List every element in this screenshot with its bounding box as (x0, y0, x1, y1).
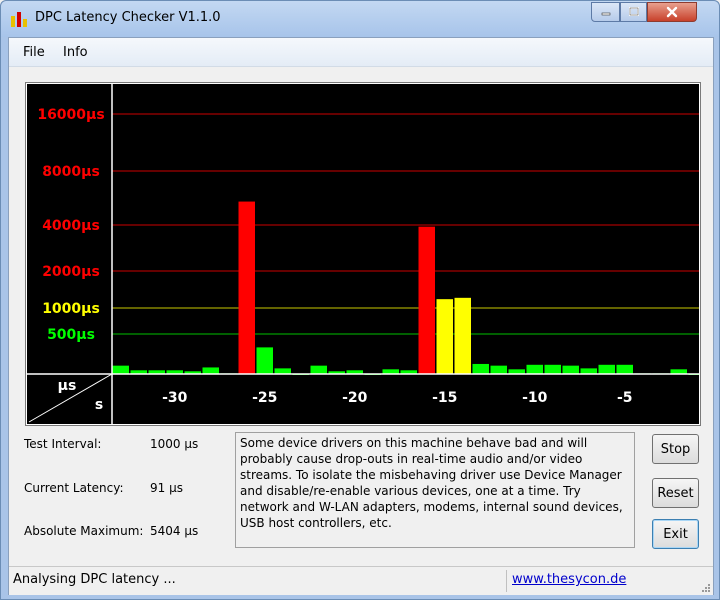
minimize-button[interactable] (591, 2, 620, 22)
latency-bar (580, 368, 597, 374)
latency-chart-svg: 16000µs 8000µs 4000µs 2000µs 1000µs 500µs µs s… (27, 84, 699, 424)
x-tick-label: -5 (617, 390, 633, 406)
x-tick-label: -20 (342, 390, 368, 406)
y-tick-label: 500µs (47, 327, 95, 343)
y-tick-label: 4000µs (42, 218, 100, 234)
y-tick-label: 1000µs (42, 301, 100, 317)
x-tick-label: -15 (432, 390, 457, 406)
bar-chart-icon (11, 12, 27, 27)
latency-bar (256, 347, 273, 374)
resize-grip-icon[interactable] (701, 583, 711, 593)
latency-bar (616, 364, 633, 374)
latency-bar (418, 226, 435, 374)
status-text: Analysing DPC latency ... (13, 572, 176, 587)
menu-bar: File Info (9, 38, 713, 67)
test-interval-label: Test Interval: (24, 437, 102, 451)
title-bar[interactable]: DPC Latency Checker V1.1.0 (1, 1, 719, 37)
test-interval-value: 1000 µs (150, 437, 199, 451)
maximize-button[interactable] (620, 2, 647, 22)
diagnostic-message: Some device drivers on this machine beha… (235, 432, 635, 548)
y-tick-label: 16000µs (37, 107, 104, 123)
absolute-maximum-value: 5404 µs (150, 524, 199, 538)
x-tick-label: -25 (252, 390, 277, 406)
latency-bar (454, 297, 471, 374)
close-icon (666, 6, 678, 18)
app-window: DPC Latency Checker V1.1.0 File Info 160… (0, 0, 720, 600)
x-tick-label: -10 (522, 390, 548, 406)
current-latency-value: 91 µs (150, 481, 183, 495)
latency-bar (274, 368, 291, 374)
latency-chart: 16000µs 8000µs 4000µs 2000µs 1000µs 500µs µs s… (25, 82, 701, 426)
y-tick-label: 8000µs (42, 164, 100, 180)
status-bar: Analysing DPC latency ... www.thesycon.d… (9, 566, 713, 595)
menu-file[interactable]: File (23, 45, 45, 60)
x-unit-label: s (95, 397, 103, 413)
latency-bar (238, 201, 255, 374)
latency-bar (310, 365, 327, 374)
maximize-icon (628, 7, 639, 16)
y-tick-label: 2000µs (42, 264, 100, 280)
status-separator (506, 570, 507, 592)
latency-bar (526, 364, 543, 374)
latency-bar (598, 364, 615, 374)
client-area: File Info 16000µs 8000µs 4000µs 2000µs 1000µ… (8, 37, 714, 595)
absolute-maximum-label: Absolute Maximum: (24, 524, 144, 538)
latency-bar (202, 367, 219, 374)
latency-bar (544, 364, 561, 374)
exit-button[interactable]: Exit (652, 519, 699, 549)
current-latency-label: Current Latency: (24, 481, 124, 495)
x-tick-label: -30 (162, 390, 188, 406)
reset-button[interactable]: Reset (652, 478, 699, 508)
stop-button[interactable]: Stop (652, 434, 699, 464)
menu-info[interactable]: Info (63, 45, 88, 60)
close-button[interactable] (647, 2, 697, 22)
website-link[interactable]: www.thesycon.de (512, 572, 626, 587)
minimize-icon (601, 12, 610, 16)
latency-bar (562, 365, 579, 374)
latency-bar (472, 363, 489, 374)
window-title: DPC Latency Checker V1.1.0 (35, 10, 221, 25)
latency-bar (490, 365, 507, 374)
latency-bar (112, 365, 129, 374)
y-unit-label: µs (58, 378, 77, 394)
latency-bar (436, 299, 453, 374)
